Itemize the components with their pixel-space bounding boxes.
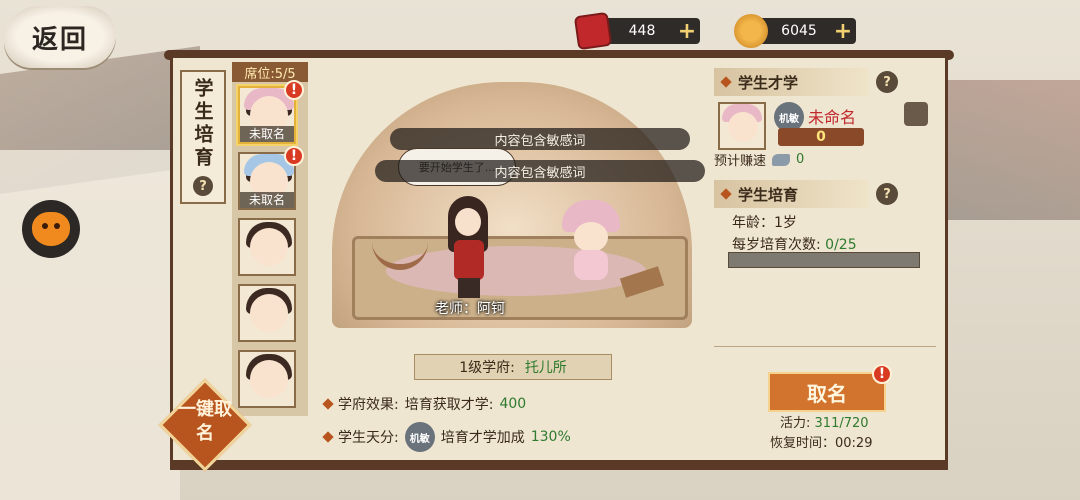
energy: 活力: 311/720 xyxy=(780,412,869,431)
help-icon[interactable]: ? xyxy=(876,183,898,205)
back-button-label: 返回 xyxy=(31,24,88,55)
seat-1-alert-icon: ! xyxy=(284,80,304,100)
body xyxy=(454,240,484,280)
energy-value: 311/720 xyxy=(814,416,869,431)
teacher-label: 老师：阿钶 xyxy=(435,301,505,317)
diamond-bullet-icon xyxy=(720,188,732,200)
school-effect: 学府效果: 培育获取才学: 400 xyxy=(322,394,527,414)
recover-time: 恢复时间：00:29 xyxy=(770,436,873,451)
energy-label: 活力: xyxy=(780,416,811,431)
school-name: 托儿所 xyxy=(524,360,567,376)
cultivate-times: 每岁培育次数: 0/25 xyxy=(732,234,857,254)
face xyxy=(455,208,481,236)
name-button[interactable]: 取名 xyxy=(768,372,886,412)
effect-value: 400 xyxy=(499,396,527,412)
seat-5[interactable] xyxy=(238,350,296,408)
seat-3[interactable] xyxy=(238,218,296,276)
face xyxy=(250,294,288,332)
times-label: 每岁培育次数: xyxy=(732,237,821,253)
tab-student-cultivation[interactable]: 学生培育 ? xyxy=(180,70,226,204)
talent-title: 学生才学 xyxy=(738,73,799,92)
add-gold-button[interactable]: + xyxy=(830,19,856,44)
cultivate-progress-bar xyxy=(728,252,920,268)
body xyxy=(574,250,608,280)
student-character[interactable] xyxy=(560,200,622,284)
student-portrait xyxy=(718,102,766,150)
predicted-speed: 预计赚速 0 xyxy=(714,150,804,169)
seats-list: 未取名 未取名 xyxy=(232,82,308,416)
talent-seal-icon: 机敏 xyxy=(404,422,435,452)
diamond-bullet-icon xyxy=(322,431,334,443)
talent-text: 培育才学加成 xyxy=(440,430,525,446)
tab-title: 学生培育 xyxy=(191,78,214,170)
times-value: 0/25 xyxy=(825,237,857,253)
gold-count: 6045 xyxy=(781,23,817,39)
seat-name: 未取名 xyxy=(240,192,294,208)
face xyxy=(728,112,758,142)
pumpkin-icon xyxy=(32,212,70,246)
divider xyxy=(714,346,936,347)
help-icon[interactable]: ? xyxy=(876,71,898,93)
face xyxy=(250,360,288,398)
ticket-currency: 448 + xyxy=(573,11,700,51)
gold-currency: 6045 + xyxy=(734,14,856,48)
gold-coin-icon xyxy=(734,14,768,48)
talent-value: 130% xyxy=(530,429,571,445)
talent-label: 学生天分: xyxy=(338,430,399,446)
effect-label: 学府效果: xyxy=(338,397,399,413)
teacher-character[interactable] xyxy=(440,196,496,300)
add-ticket-button[interactable]: + xyxy=(674,19,700,44)
talent-value: 0 xyxy=(778,128,864,146)
student-talent: 学生天分: 机敏 培育才学加成 130% xyxy=(322,422,571,452)
scroll-rod-bottom xyxy=(170,460,948,470)
face xyxy=(250,228,288,266)
seat-2-alert-icon: ! xyxy=(284,146,304,166)
sensitive-word-banner: 内容包含敏感词 xyxy=(390,128,690,150)
predicted-value: 0 xyxy=(796,152,805,167)
seat-name: 未取名 xyxy=(240,126,294,142)
name-alert-icon: ! xyxy=(872,364,892,384)
effect-text: 培育获取才学: xyxy=(404,397,494,413)
pumpkin-shortcut-button[interactable] xyxy=(22,200,80,258)
school-level: 1级学府: 托儿所 xyxy=(414,354,612,380)
ticket-count: 448 xyxy=(628,23,656,39)
back-button[interactable]: 返回 xyxy=(4,6,116,68)
school-level-label: 1级学府: xyxy=(459,360,515,376)
legs xyxy=(458,278,480,298)
edit-icon[interactable] xyxy=(904,102,928,126)
diamond-bullet-icon xyxy=(720,76,732,88)
face xyxy=(574,222,608,252)
diamond-bullet-icon xyxy=(322,398,334,410)
background-wall xyxy=(0,150,180,500)
wing-icon xyxy=(772,153,791,166)
help-icon[interactable]: ? xyxy=(193,176,213,196)
red-ticket-icon xyxy=(573,11,613,51)
student-age: 年龄：1岁 xyxy=(732,215,797,231)
seat-4[interactable] xyxy=(238,284,296,342)
sensitive-word-banner: 内容包含敏感词 xyxy=(375,160,705,182)
seats-header: 席位:5/5 xyxy=(232,62,308,82)
cultivate-header: 学生培育 ? xyxy=(714,180,898,208)
one-key-name-label: 一键取名 xyxy=(178,399,232,444)
background-roof-right xyxy=(940,80,1080,220)
talent-header: 学生才学 ? xyxy=(714,68,898,96)
predicted-label: 预计赚速 xyxy=(714,154,767,169)
student-name: 未命名 xyxy=(808,108,857,127)
right-panel: 学生才学 ? 机敏 未命名 0 预计赚速 0 学生培育 ? 年龄：1岁 每岁培育… xyxy=(704,62,940,458)
cultivate-title: 学生培育 xyxy=(738,185,799,204)
